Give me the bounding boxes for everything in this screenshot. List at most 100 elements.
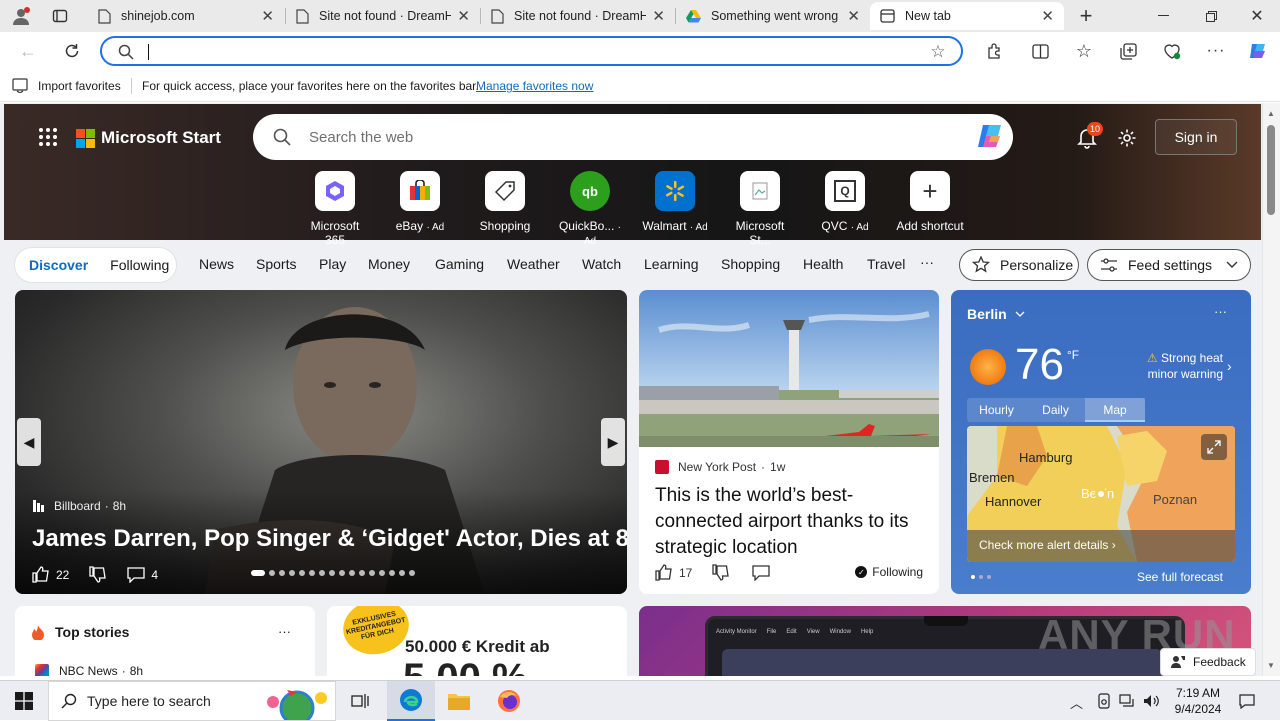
- nav-money[interactable]: Money: [368, 256, 410, 272]
- carousel-dots[interactable]: [249, 570, 417, 576]
- shortcut-ebay[interactable]: eBay · Ad: [386, 171, 454, 233]
- expand-map-icon[interactable]: [1201, 434, 1227, 460]
- carousel-prev-button[interactable]: ◀: [17, 418, 41, 466]
- close-tab-icon[interactable]: ✕: [652, 7, 665, 25]
- tab-daily[interactable]: Daily: [1026, 398, 1085, 422]
- see-full-forecast-link[interactable]: See full forecast: [1137, 570, 1223, 584]
- profile-avatar[interactable]: [6, 4, 36, 28]
- close-tab-icon[interactable]: ✕: [1041, 7, 1054, 25]
- tab-shinejob[interactable]: shinejob.com ✕: [88, 2, 284, 30]
- nav-play[interactable]: Play: [319, 256, 346, 272]
- extensions-icon[interactable]: [980, 37, 1008, 65]
- tray-overflow-icon[interactable]: ︿: [1070, 693, 1083, 712]
- taskbar-search-box[interactable]: Type here to search: [48, 681, 336, 721]
- tab-something-went-wrong[interactable]: Something went wrong ✕: [676, 2, 870, 30]
- close-tab-icon[interactable]: ✕: [847, 7, 860, 25]
- taskbar-firefox-icon[interactable]: [485, 681, 533, 721]
- microsoft-start-logo[interactable]: Microsoft Start: [76, 128, 221, 148]
- tab-hourly[interactable]: Hourly: [967, 398, 1026, 422]
- comment-icon[interactable]: [752, 564, 771, 581]
- copilot-icon[interactable]: [1244, 37, 1272, 65]
- comment-icon[interactable]: [127, 566, 146, 583]
- settings-more-icon[interactable]: ···: [1202, 37, 1230, 65]
- dislike-icon[interactable]: [89, 566, 107, 583]
- volume-icon[interactable]: [1141, 691, 1161, 711]
- ad-card-credit[interactable]: EXKLUSIVES KREDITANGEBOT FÜR DICH 50.000…: [327, 606, 627, 676]
- tab-following[interactable]: Following: [110, 257, 169, 273]
- task-view-icon[interactable]: [336, 681, 384, 721]
- tab-site-not-found-2[interactable]: Site not found · DreamHost ✕: [481, 2, 675, 30]
- page-scrollbar[interactable]: ▲ ▼: [1262, 103, 1280, 676]
- shortcut-quickbooks[interactable]: qb QuickBo... · Ad: [556, 171, 624, 247]
- tab-actions-icon[interactable]: [46, 4, 74, 28]
- weather-location[interactable]: Berlin: [967, 306, 1025, 322]
- close-tab-icon[interactable]: ✕: [261, 7, 274, 25]
- start-button[interactable]: [0, 681, 48, 721]
- tab-new-tab[interactable]: New tab ✕: [870, 2, 1064, 30]
- manage-favorites-link[interactable]: Manage favorites now: [476, 79, 593, 93]
- top-stories-more-icon[interactable]: ···: [278, 624, 291, 639]
- carousel-next-button[interactable]: ▶: [601, 418, 625, 466]
- refresh-button[interactable]: [58, 37, 86, 65]
- weather-alert-map[interactable]: Hamburg Bremen Hannover Berlin Poznan Ch…: [967, 426, 1235, 562]
- notification-center-icon[interactable]: [1236, 691, 1258, 711]
- tab-site-not-found-1[interactable]: Site not found · DreamHost ✕: [286, 2, 480, 30]
- nav-weather[interactable]: Weather: [507, 256, 560, 272]
- shortcut-microsoft-store[interactable]: Microsoft St...: [726, 171, 794, 247]
- page-settings-gear-icon[interactable]: [1114, 125, 1140, 151]
- split-screen-icon[interactable]: [1026, 37, 1054, 65]
- back-button[interactable]: ←: [14, 37, 42, 65]
- nav-learning[interactable]: Learning: [644, 256, 699, 272]
- weather-more-icon[interactable]: ···: [1214, 304, 1227, 319]
- personalize-button[interactable]: Personalize: [959, 249, 1079, 281]
- shortcut-microsoft-365[interactable]: Microsoft 365: [301, 171, 369, 247]
- shortcut-shopping[interactable]: Shopping: [471, 171, 539, 233]
- hero-story-card[interactable]: ◀ ▶ Billboard · 8h James Darren, Pop Sin…: [15, 290, 627, 594]
- nav-travel[interactable]: Travel: [867, 256, 905, 272]
- like-icon[interactable]: [655, 564, 673, 581]
- collections-icon[interactable]: [1114, 37, 1142, 65]
- shortcut-qvc[interactable]: Q QVC · Ad: [811, 171, 879, 233]
- taskbar-clock[interactable]: 7:19 AM 9/4/2024: [1168, 685, 1228, 717]
- dislike-icon[interactable]: [712, 564, 730, 581]
- scrollbar-thumb[interactable]: [1267, 125, 1275, 215]
- close-window-button[interactable]: ✕: [1234, 2, 1280, 30]
- minimize-button[interactable]: [1140, 2, 1186, 30]
- nav-gaming[interactable]: Gaming: [435, 256, 484, 272]
- favorite-star-icon[interactable]: ☆: [927, 41, 949, 63]
- copilot-icon[interactable]: [975, 123, 1005, 151]
- check-alert-details-link[interactable]: Check more alert details ›: [967, 530, 1235, 562]
- chevron-right-icon[interactable]: ›: [1227, 358, 1232, 374]
- feed-settings-button[interactable]: Feed settings: [1087, 249, 1251, 281]
- tray-device-icon[interactable]: [1094, 691, 1114, 711]
- tab-discover[interactable]: Discover: [29, 257, 88, 273]
- like-icon[interactable]: [32, 566, 50, 583]
- story-card-airport[interactable]: New York Post · 1w This is the world’s b…: [639, 290, 939, 594]
- temperature-unit[interactable]: °F: [1067, 348, 1079, 362]
- nav-sports[interactable]: Sports: [256, 256, 296, 272]
- feedback-button[interactable]: Feedback: [1160, 648, 1256, 676]
- weather-pagination-dots[interactable]: [969, 575, 993, 579]
- network-icon[interactable]: [1117, 691, 1137, 711]
- heat-alert[interactable]: ⚠ Strong heat minor warning: [1137, 350, 1223, 382]
- close-tab-icon[interactable]: ✕: [457, 7, 470, 25]
- story-headline[interactable]: This is the world’s best-connected airpo…: [655, 483, 925, 561]
- nav-health[interactable]: Health: [803, 256, 843, 272]
- nav-watch[interactable]: Watch: [582, 256, 621, 272]
- import-favorites-button[interactable]: Import favorites: [12, 78, 121, 93]
- app-launcher-icon[interactable]: [36, 125, 60, 149]
- nav-news[interactable]: News: [199, 256, 234, 272]
- hero-headline[interactable]: James Darren, Pop Singer & ‘Gidget' Acto…: [32, 525, 627, 553]
- following-indicator[interactable]: ✓ Following: [855, 565, 923, 579]
- nav-shopping[interactable]: Shopping: [721, 256, 780, 272]
- browser-essentials-icon[interactable]: [1158, 37, 1186, 65]
- taskbar-edge-icon[interactable]: [387, 681, 435, 721]
- favorites-icon[interactable]: ☆: [1070, 37, 1098, 65]
- sign-in-button[interactable]: Sign in: [1155, 119, 1237, 155]
- tab-map[interactable]: Map: [1085, 398, 1145, 422]
- taskbar-file-explorer-icon[interactable]: [435, 681, 483, 721]
- restore-button[interactable]: [1188, 2, 1234, 30]
- address-bar[interactable]: ☆: [100, 36, 963, 66]
- web-search-box[interactable]: Search the web: [253, 114, 1013, 160]
- shortcut-walmart[interactable]: Walmart · Ad: [641, 171, 709, 233]
